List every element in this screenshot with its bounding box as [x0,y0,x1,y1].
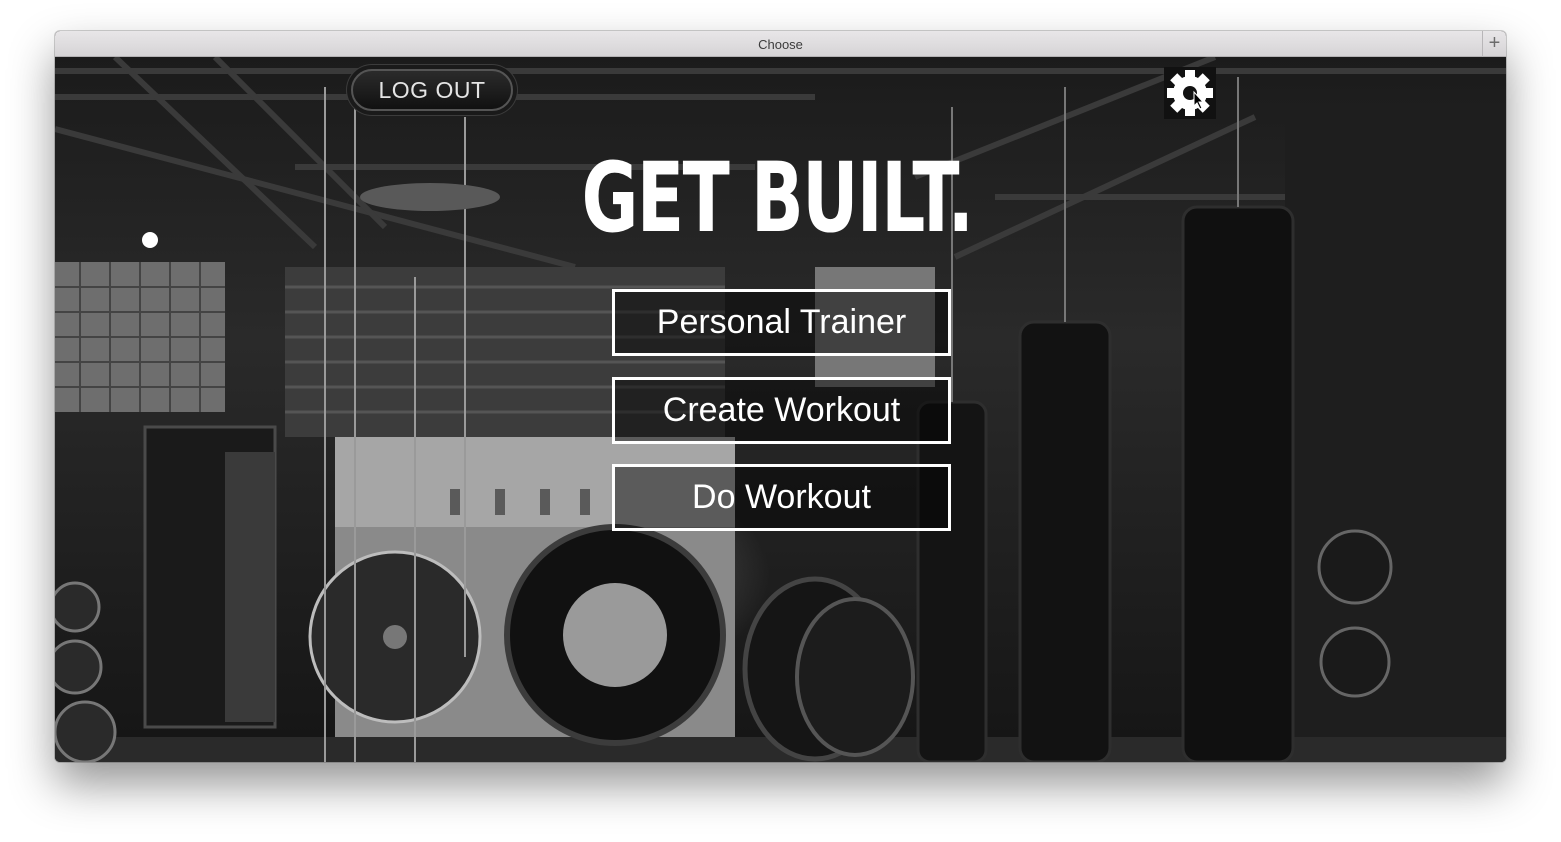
settings-button[interactable] [1164,67,1216,119]
desktop: Choose + LOG OUT GET BUILT. Personal Tra… [0,0,1561,842]
title-bar[interactable]: Choose + [55,31,1506,57]
app-window: Choose + LOG OUT GET BUILT. Personal Tra… [55,31,1506,762]
personal-trainer-button[interactable]: Personal Trainer [612,289,951,356]
page-title: GET BUILT. [581,142,974,254]
do-workout-button[interactable]: Do Workout [612,464,951,531]
logout-button[interactable]: LOG OUT [351,69,513,111]
new-tab-button[interactable]: + [1482,31,1506,57]
create-workout-button[interactable]: Create Workout [612,377,951,444]
app-content: LOG OUT GET BUILT. Personal Trainer Crea… [55,57,1506,762]
gear-icon [1164,67,1216,119]
window-title: Choose [758,37,803,52]
